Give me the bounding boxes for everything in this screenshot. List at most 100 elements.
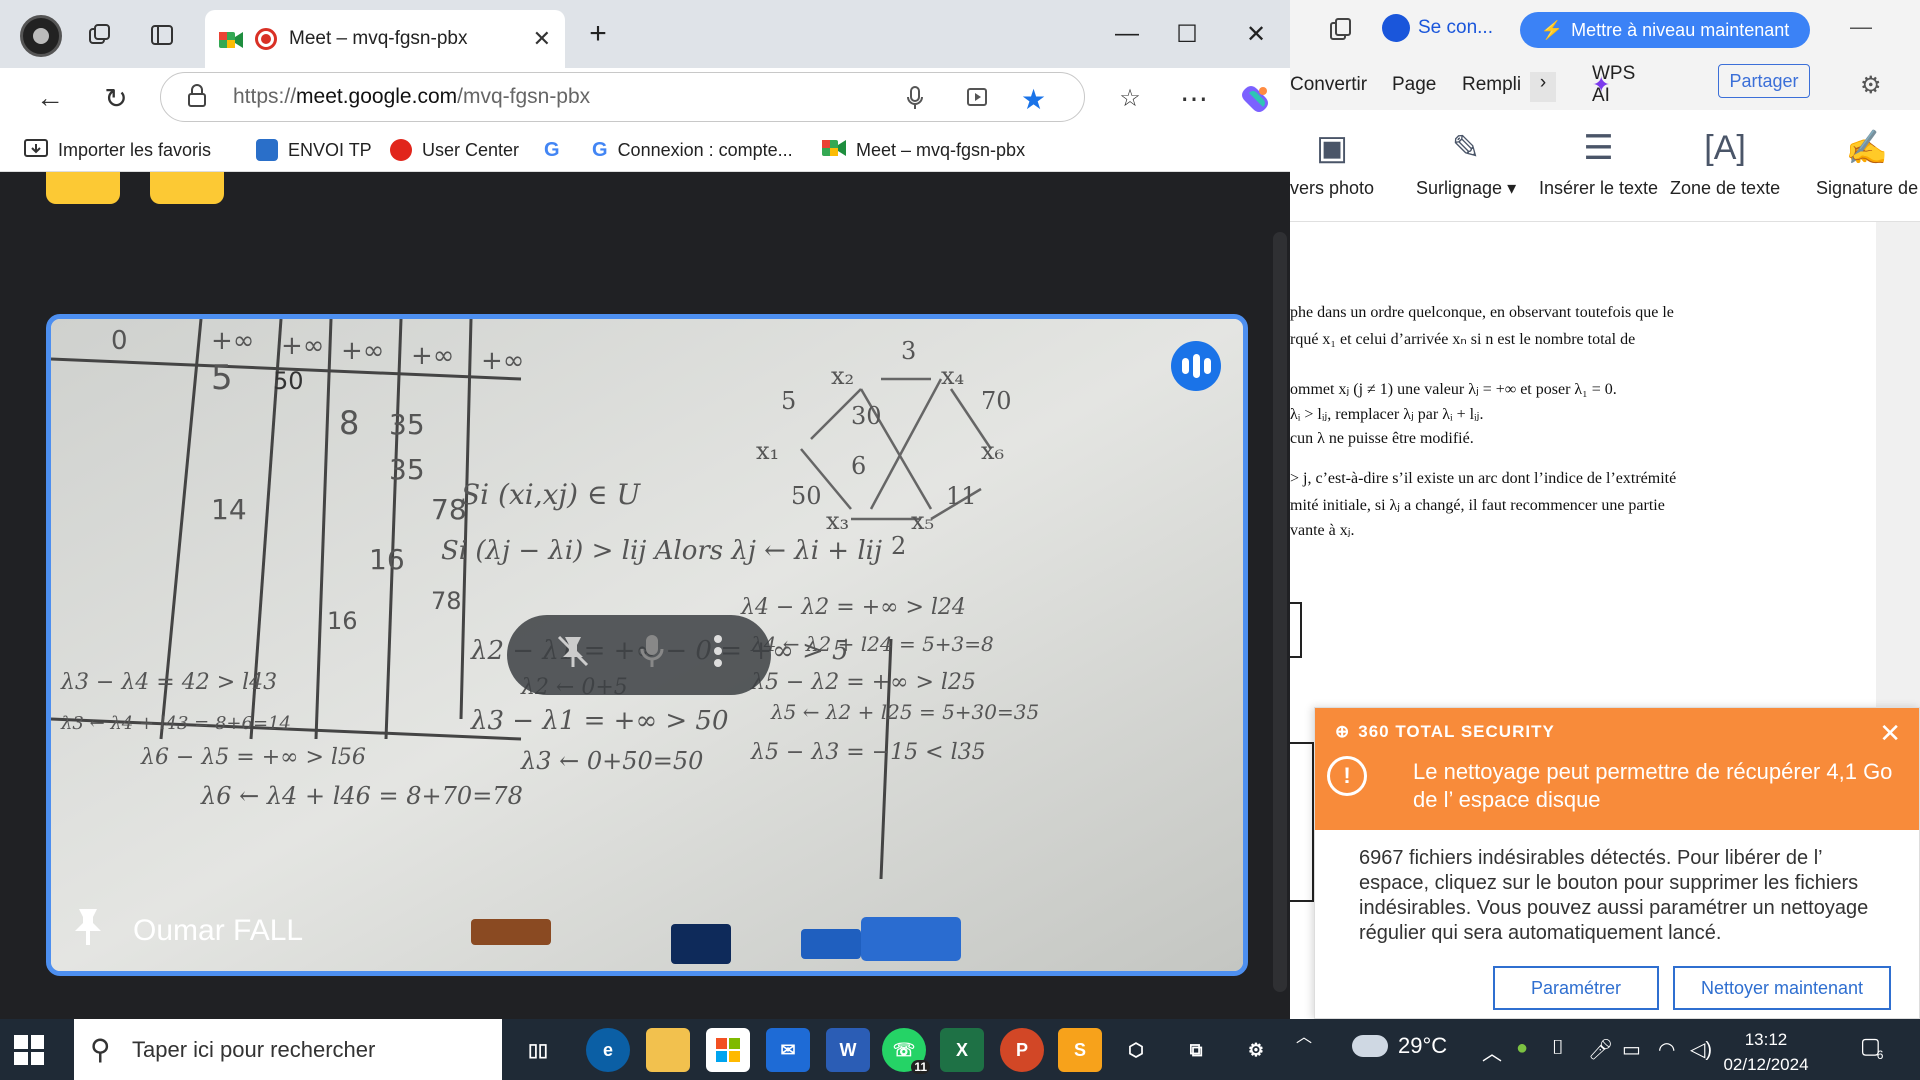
battery-icon[interactable]: ▭ [1622,1037,1641,1062]
upgrade-button[interactable]: ⚡ Mettre à niveau maintenant [1520,12,1810,48]
clean-now-button[interactable]: Nettoyer maintenant [1673,966,1891,1010]
new-tab-button[interactable]: + [578,14,618,54]
board-line: Si (xi,xj) ∈ U [461,478,642,511]
favorites-icon[interactable]: ☆ [1110,78,1150,118]
settings-button[interactable]: Paramétrer [1493,966,1659,1010]
ribbon-highlight[interactable]: ✎ Surlignage ▾ [1416,130,1516,199]
bookmark-google[interactable]: G [544,134,560,166]
svg-text:x₃: x₃ [826,507,849,535]
menu-page[interactable]: Page [1392,74,1436,96]
tab-close-icon[interactable]: ✕ [533,26,551,52]
svg-text:2: 2 [891,532,906,560]
taskbar-clock[interactable]: 13:12 02/12/2024 [1716,1027,1816,1077]
plus-circle-icon: ⊕ [1335,722,1351,741]
svg-text:5: 5 [781,387,796,415]
settings-gear-icon[interactable]: ⚙ [1860,71,1882,100]
wifi-icon[interactable]: ◠ [1658,1037,1675,1062]
board-line: λ5 ← λ2 + l25 = 5+30=35 [770,700,1039,724]
svg-text:x₄: x₄ [941,362,964,390]
bookmark-user-center[interactable]: User Center [390,134,519,166]
window-switch-icon[interactable] [1330,18,1352,45]
notifications-icon[interactable]: ▢6 [1860,1033,1887,1062]
sublime-app-icon[interactable]: S [1058,1028,1102,1072]
tray-microphone-icon[interactable]: 🎤︎ [1588,1037,1613,1062]
table-col-4: +∞ [411,341,454,371]
ribbon-text-box[interactable]: [A] Zone de texte [1670,130,1780,199]
taskbar-search[interactable]: ⚲ Taper ici pour rechercher [74,1019,502,1080]
volume-icon[interactable]: ◁) [1690,1037,1712,1062]
ribbon-to-photo[interactable]: ▣ vers photo [1290,130,1374,199]
board-line: λ4 − λ2 = +∞ > l24 [740,595,966,620]
minimize-button[interactable]: — [1107,14,1147,54]
tab-meet[interactable]: Meet – mvq-fgsn-pbx ✕ [205,10,565,68]
taskbar: ⚲ Taper ici pour rechercher ▯▯ e ✉ W ☏ 11… [0,1019,1920,1080]
board-line: λ5 − λ2 = +∞ > l25 [750,670,976,695]
powerpoint-app-icon[interactable]: P [1000,1028,1044,1072]
weather-widget[interactable]: 29°C [1352,1033,1447,1059]
excel-app-icon[interactable]: X [940,1028,984,1072]
edge-app-icon[interactable]: e [586,1028,630,1072]
favorite-star-icon[interactable]: ★ [1021,83,1046,116]
menu-remplir[interactable]: Rempli [1462,74,1521,96]
search-icon: ⚲ [90,1034,111,1065]
bookmark-meet[interactable]: Meet – mvq-fgsn-pbx [822,134,1025,166]
doc-line: ommet xⱼ (j ≠ 1) une valeur λⱼ = +∞ et p… [1290,381,1617,398]
more-menu-icon[interactable]: ⋯ [1174,78,1214,118]
bookmark-envoi-tp[interactable]: ENVOI TP [256,134,372,166]
participant-video[interactable]: 0 +∞ +∞ +∞ +∞ +∞ 5 50 8 35 35 78 14 16 1… [46,314,1248,976]
google-icon: G [592,138,608,161]
microphone-icon[interactable] [907,86,923,115]
more-options-icon[interactable] [713,633,723,678]
task-view-icon[interactable]: ▯▯ [516,1028,560,1072]
show-hidden-icons[interactable]: ︿ [1482,1037,1502,1066]
url-text[interactable]: https://meet.google.com/mvq-fgsn-pbx [233,85,590,109]
ribbon-signature[interactable]: ✍ Signature de [1816,130,1918,199]
popup-close-icon[interactable]: ✕ [1879,718,1901,749]
recording-icon [255,28,277,50]
meet-layout-button[interactable] [150,172,224,204]
doc-line: phe dans un ordre quelconque, en observa… [1290,304,1674,321]
refresh-icon[interactable]: ↻ [96,78,136,118]
network-tool-icon[interactable]: ⧉ [1174,1028,1218,1072]
board-line: λ6 ← λ4 + l46 = 8+70=78 [200,782,523,810]
share-button[interactable]: Partager [1718,64,1810,98]
wps-menu-bar: Convertir Page Rempli › ✦ WPS AI ⚙ [1290,60,1920,110]
vertical-tabs-icon[interactable] [142,15,182,55]
tray-360-icon[interactable]: ● [1516,1037,1528,1060]
bookmark-connexion[interactable]: G Connexion : compte... [592,134,793,166]
tab-bar: Meet – mvq-fgsn-pbx ✕ + — ☐ ✕ [0,0,1290,68]
back-icon[interactable]: ← [30,78,70,118]
virtualbox-app-icon[interactable]: ⬡ [1114,1028,1158,1072]
media-icon[interactable] [967,86,993,115]
meet-search-button[interactable] [46,172,120,204]
menu-scroll-right-icon[interactable]: › [1530,72,1556,102]
file-explorer-icon[interactable] [646,1028,690,1072]
tray-scroll-up-icon[interactable]: ︿ [1296,1023,1312,1047]
wps-minimize-button[interactable]: — [1850,14,1872,40]
close-window-button[interactable]: ✕ [1236,14,1276,54]
store-icon[interactable] [706,1028,750,1072]
popup-title: Le nettoyage peut permettre de récupérer… [1413,759,1893,812]
start-windows-icon[interactable] [14,1035,44,1065]
word-app-icon[interactable]: W [826,1028,870,1072]
settings-app-icon[interactable]: ⚙ [1234,1028,1278,1072]
meet-scrollbar[interactable] [1273,232,1287,992]
workspaces-icon[interactable] [80,15,120,55]
mail-icon[interactable]: ✉ [766,1028,810,1072]
copilot-icon[interactable] [1236,78,1276,118]
mic-icon[interactable] [640,633,664,678]
pin-icon[interactable] [73,907,103,955]
maximize-button[interactable]: ☐ [1167,14,1207,54]
signin-button[interactable]: Se con... [1382,14,1493,42]
unpin-icon[interactable] [555,633,591,678]
profile-avatar[interactable] [20,15,62,57]
address-bar[interactable]: https://meet.google.com/mvq-fgsn-pbx ★ [160,72,1085,122]
tray-camera-icon[interactable]: ⌷ [1552,1037,1564,1060]
menu-convertir[interactable]: Convertir [1290,74,1367,96]
bookmark-import[interactable]: Importer les favoris [24,134,211,166]
ribbon-insert-text[interactable]: ☰ Insérer le texte [1539,130,1658,199]
meet-logo-icon [219,30,243,48]
site-info-icon[interactable] [187,84,207,113]
table-cell: 14 [211,493,247,526]
whatsapp-app-icon[interactable]: ☏ 11 [882,1028,930,1074]
